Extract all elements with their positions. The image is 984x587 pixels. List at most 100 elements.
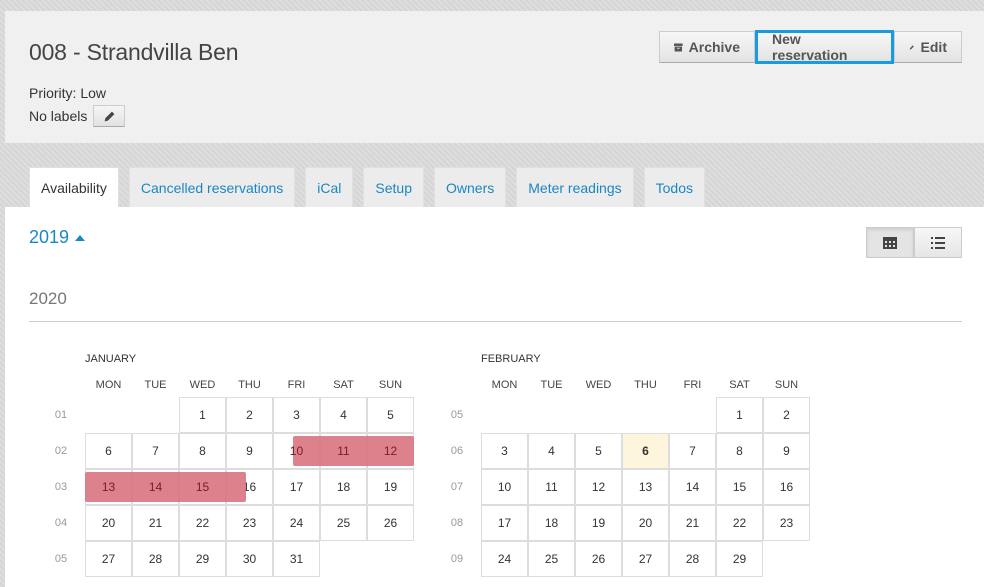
availability-panel: 2019 2020 JANUARY MON TUE WED THU FRI SAT SUN 01… [5, 207, 984, 587]
day-cell[interactable]: 29 [716, 541, 763, 577]
edit-button[interactable]: Edit [894, 31, 962, 63]
caret-up-icon [75, 234, 86, 241]
tab-ical[interactable]: iCal [305, 167, 354, 208]
week-number: 03 [54, 481, 68, 493]
week-number: 06 [450, 445, 464, 457]
day-cell[interactable]: 9 [226, 433, 273, 469]
day-cell[interactable]: 28 [132, 541, 179, 577]
weekday-header: SAT [729, 379, 750, 391]
pencil-icon [909, 44, 914, 50]
day-cell[interactable]: 17 [481, 505, 528, 541]
day-cell[interactable]: 22 [716, 505, 763, 541]
day-cell[interactable]: 23 [226, 505, 273, 541]
day-cell[interactable]: 28 [669, 541, 716, 577]
tab-availability[interactable]: Availability [29, 167, 119, 208]
day-cell[interactable]: 14 [669, 469, 716, 505]
day-cell[interactable]: 16 [763, 469, 810, 505]
day-cell[interactable]: 6 [85, 433, 132, 469]
day-cell[interactable]: 18 [528, 505, 575, 541]
day-cell[interactable]: 27 [85, 541, 132, 577]
day-cell[interactable]: 15 [716, 469, 763, 505]
day-cell[interactable]: 21 [669, 505, 716, 541]
day-cell[interactable]: 13 [622, 469, 669, 505]
day-cell[interactable]: 26 [575, 541, 622, 577]
week-number: 04 [54, 517, 68, 529]
day-cell[interactable]: 17 [273, 469, 320, 505]
archive-button[interactable]: Archive [659, 31, 755, 63]
property-header: 008 - Strandvilla Ben Priority: Low No l… [5, 11, 984, 143]
weekday-header: SUN [774, 379, 799, 391]
day-cell[interactable]: 22 [179, 505, 226, 541]
labels-text: No labels [29, 108, 88, 124]
day-cell[interactable]: 25 [528, 541, 575, 577]
list-view-button[interactable] [914, 227, 962, 258]
day-cell[interactable]: 26 [367, 505, 414, 541]
tab-setup[interactable]: Setup [363, 167, 425, 208]
prev-year-label: 2019 [29, 227, 70, 247]
edit-labels-button[interactable] [93, 105, 126, 127]
weekday-header: WED [585, 379, 612, 391]
day-cell[interactable]: 7 [669, 433, 716, 469]
day-cell[interactable]: 12 [575, 469, 622, 505]
day-cell[interactable]: 9 [763, 433, 810, 469]
week-number: 05 [450, 409, 464, 421]
day-cell[interactable]: 11 [528, 469, 575, 505]
week-number: 01 [54, 409, 68, 421]
tab-bar: Availability Cancelled reservations iCal… [29, 167, 705, 208]
day-cell[interactable]: 19 [367, 469, 414, 505]
weekday-header: THU [634, 379, 657, 391]
tab-todos[interactable]: Todos [643, 167, 705, 208]
tab-cancelled-reservations[interactable]: Cancelled reservations [128, 167, 296, 208]
day-cell[interactable]: 3 [273, 397, 320, 433]
day-cell[interactable]: 23 [763, 505, 810, 541]
reserved-day-label: 10 [289, 444, 304, 458]
day-cell[interactable]: 19 [575, 505, 622, 541]
day-cell-today[interactable]: 6 [622, 433, 669, 469]
day-cell[interactable]: 3 [481, 433, 528, 469]
day-cell[interactable]: 2 [226, 397, 273, 433]
prev-year-toggle[interactable]: 2019 [29, 227, 86, 248]
day-cell[interactable]: 21 [132, 505, 179, 541]
divider [29, 321, 962, 322]
week-number: 08 [450, 517, 464, 529]
day-cell[interactable]: 5 [367, 397, 414, 433]
weekday-header: SAT [333, 379, 354, 391]
tab-meter-readings[interactable]: Meter readings [516, 167, 634, 208]
page-title: 008 - Strandvilla Ben [29, 39, 239, 65]
day-cell[interactable]: 8 [716, 433, 763, 469]
day-cell[interactable]: 10 [481, 469, 528, 505]
day-cell[interactable]: 5 [575, 433, 622, 469]
calendar-view-button[interactable] [866, 227, 914, 258]
day-cell[interactable]: 7 [132, 433, 179, 469]
day-cell[interactable]: 20 [622, 505, 669, 541]
week-number: 07 [450, 481, 464, 493]
priority-text: Priority: Low [29, 85, 107, 101]
day-cell[interactable]: 24 [273, 505, 320, 541]
calendar-icon [883, 237, 897, 249]
day-cell[interactable]: 1 [716, 397, 763, 433]
view-toggle [866, 227, 962, 258]
weekday-header: THU [238, 379, 261, 391]
day-cell[interactable]: 24 [481, 541, 528, 577]
week-number: 09 [450, 553, 464, 565]
day-cell[interactable]: 8 [179, 433, 226, 469]
day-cell[interactable]: 18 [320, 469, 367, 505]
archive-icon [674, 42, 683, 52]
weekday-header: FRI [287, 379, 306, 391]
edit-label: Edit [920, 39, 947, 55]
day-cell[interactable]: 4 [528, 433, 575, 469]
day-cell[interactable]: 27 [622, 541, 669, 577]
new-reservation-button[interactable]: New reservation [755, 30, 894, 64]
weekday-header: TUE [144, 379, 167, 391]
day-cell[interactable]: 4 [320, 397, 367, 433]
day-cell[interactable]: 29 [179, 541, 226, 577]
day-cell[interactable]: 20 [85, 505, 132, 541]
day-cell[interactable]: 30 [226, 541, 273, 577]
day-cell[interactable]: 31 [273, 541, 320, 577]
day-cell[interactable]: 2 [763, 397, 810, 433]
day-cell[interactable]: 25 [320, 505, 367, 541]
tab-owners[interactable]: Owners [434, 167, 507, 208]
day-cell[interactable]: 1 [179, 397, 226, 433]
month-name: JANUARY [85, 353, 137, 365]
weekday-header: WED [189, 379, 216, 391]
